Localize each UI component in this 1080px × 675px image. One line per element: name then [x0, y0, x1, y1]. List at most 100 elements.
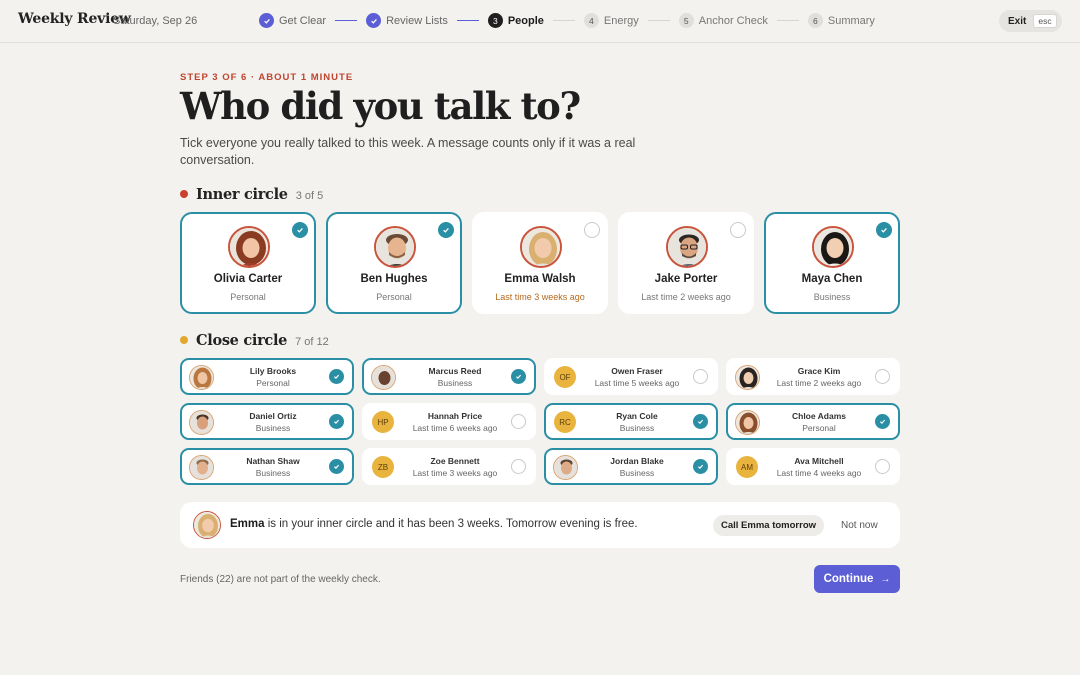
person-card-lily-brooks[interactable]: Lily Brooks Personal — [180, 358, 354, 395]
person-name: Olivia Carter — [213, 273, 283, 285]
suggestion-banner: Emma is in your inner circle and it has … — [180, 502, 900, 548]
step-people[interactable]: 3 People — [487, 13, 544, 28]
initials-avatar: OF — [554, 366, 576, 388]
check-icon[interactable] — [875, 414, 890, 429]
person-last-contact: Last time 4 weeks ago — [776, 468, 862, 478]
person-card-jake-porter[interactable]: Jake Porter Last time 2 weeks ago — [618, 212, 754, 314]
person-card-nathan-shaw[interactable]: Nathan Shaw Business — [180, 448, 354, 485]
step-energy[interactable]: 4 Energy — [583, 13, 639, 28]
check-icon[interactable] — [693, 459, 708, 474]
avatar — [189, 364, 214, 390]
section-title: Close circle — [196, 332, 288, 349]
person-card-grace-kim[interactable]: Grace Kim Last time 2 weeks ago — [726, 358, 900, 395]
step-connector — [647, 20, 670, 21]
person-card-ben-hughes[interactable]: Ben Hughes Personal — [326, 212, 462, 314]
person-tag: Business — [255, 468, 291, 478]
person-tag: Personal — [376, 292, 412, 302]
person-card-maya-chen[interactable]: Maya Chen Business — [764, 212, 900, 314]
close-circle-grid: Lily Brooks Personal Marcus Reed Busines… — [180, 358, 900, 486]
checkbox-empty[interactable] — [584, 222, 600, 238]
step-label: Energy — [603, 14, 639, 27]
checkbox-empty[interactable] — [730, 222, 746, 238]
esc-key-hint: esc — [1033, 14, 1057, 28]
avatar — [553, 454, 578, 480]
checkbox-empty[interactable] — [875, 369, 890, 384]
person-name: Ryan Cole — [616, 411, 658, 421]
person-name: Zoe Bennett — [430, 456, 480, 466]
check-icon[interactable] — [329, 459, 344, 474]
person-card-owen-fraser[interactable]: OF Owen Fraser Last time 5 weeks ago — [544, 358, 718, 395]
person-tag: Business — [619, 423, 655, 433]
person-card-daniel-ortiz[interactable]: Daniel Ortiz Business — [180, 403, 354, 440]
person-tag: Personal — [802, 423, 836, 433]
person-card-hannah-price[interactable]: HP Hannah Price Last time 6 weeks ago — [362, 403, 536, 440]
exit-button[interactable]: Exit esc — [999, 10, 1062, 32]
person-card-jordan-blake[interactable]: Jordan Blake Business — [544, 448, 718, 485]
call-emma-button[interactable]: Call Emma tomorrow — [713, 515, 825, 536]
check-icon[interactable] — [693, 414, 708, 429]
person-name: Daniel Ortiz — [249, 411, 297, 421]
person-tag: Business — [437, 378, 473, 388]
person-name: Jordan Blake — [610, 456, 664, 466]
checkbox-empty[interactable] — [693, 369, 708, 384]
step-label: Anchor Check — [698, 14, 768, 27]
step-connector — [335, 20, 358, 21]
avatar — [735, 409, 760, 435]
person-name: Nathan Shaw — [246, 456, 300, 466]
step-label: Get Clear — [279, 14, 327, 27]
person-last-contact: Last time 3 weeks ago — [412, 468, 498, 478]
checkbox-empty[interactable] — [511, 414, 526, 429]
check-icon — [259, 13, 274, 28]
person-name: Ben Hughes — [360, 273, 428, 285]
avatar — [371, 364, 396, 390]
step-number: 3 — [487, 13, 503, 28]
arrow-right-icon: → — [880, 573, 891, 585]
review-date: Saturday, Sep 26 — [113, 15, 198, 27]
person-name: Hannah Price — [427, 411, 483, 421]
check-icon[interactable] — [292, 222, 308, 238]
avatar — [189, 454, 214, 480]
person-name: Lily Brooks — [249, 366, 297, 376]
check-icon[interactable] — [329, 414, 344, 429]
person-card-chloe-adams[interactable]: Chloe Adams Personal — [726, 403, 900, 440]
avatar — [189, 409, 214, 435]
person-card-ava-mitchell[interactable]: AM Ava Mitchell Last time 4 weeks ago — [726, 448, 900, 485]
step-review-lists[interactable]: Review Lists — [366, 13, 448, 28]
initials-avatar: HP — [372, 411, 394, 433]
person-card-emma-walsh[interactable]: Emma Walsh Last time 3 weeks ago — [472, 212, 608, 314]
person-name: Ava Mitchell — [794, 456, 844, 466]
close-circle-dot — [180, 336, 188, 344]
check-icon[interactable] — [438, 222, 454, 238]
avatar — [812, 226, 854, 268]
step-summary[interactable]: 6 Summary — [807, 13, 875, 28]
person-tag: Business — [813, 292, 851, 302]
person-tag: Business — [619, 468, 655, 478]
check-icon[interactable] — [876, 222, 892, 238]
person-card-ryan-cole[interactable]: RC Ryan Cole Business — [544, 403, 718, 440]
check-icon[interactable] — [329, 369, 344, 384]
avatar — [666, 226, 708, 268]
step-number: 6 — [807, 13, 823, 28]
not-now-button[interactable]: Not now — [831, 515, 888, 536]
person-card-olivia-carter[interactable]: Olivia Carter Personal — [180, 212, 316, 314]
continue-label: Continue — [823, 573, 874, 585]
person-card-zoe-bennett[interactable]: ZB Zoe Bennett Last time 3 weeks ago — [362, 448, 536, 485]
suggestion-body: is in your inner circle and it has been … — [264, 518, 638, 530]
person-card-marcus-reed[interactable]: Marcus Reed Business — [362, 358, 536, 395]
checkbox-empty[interactable] — [875, 459, 890, 474]
person-tag: Business — [255, 423, 291, 433]
continue-button[interactable]: Continue → — [814, 565, 900, 593]
step-connector — [456, 20, 479, 21]
step-label: Summary — [827, 14, 875, 27]
check-icon[interactable] — [511, 369, 526, 384]
page-title: Who did you talk to? — [180, 84, 581, 128]
avatar — [520, 226, 562, 268]
step-connector — [776, 20, 799, 21]
inner-circle-dot — [180, 190, 188, 198]
initials-avatar: AM — [736, 456, 758, 478]
checkbox-empty[interactable] — [511, 459, 526, 474]
step-get-clear[interactable]: Get Clear — [259, 13, 326, 28]
exit-label: Exit — [1008, 15, 1027, 27]
step-number: 4 — [583, 13, 599, 28]
step-anchor-check[interactable]: 5 Anchor Check — [678, 13, 768, 28]
